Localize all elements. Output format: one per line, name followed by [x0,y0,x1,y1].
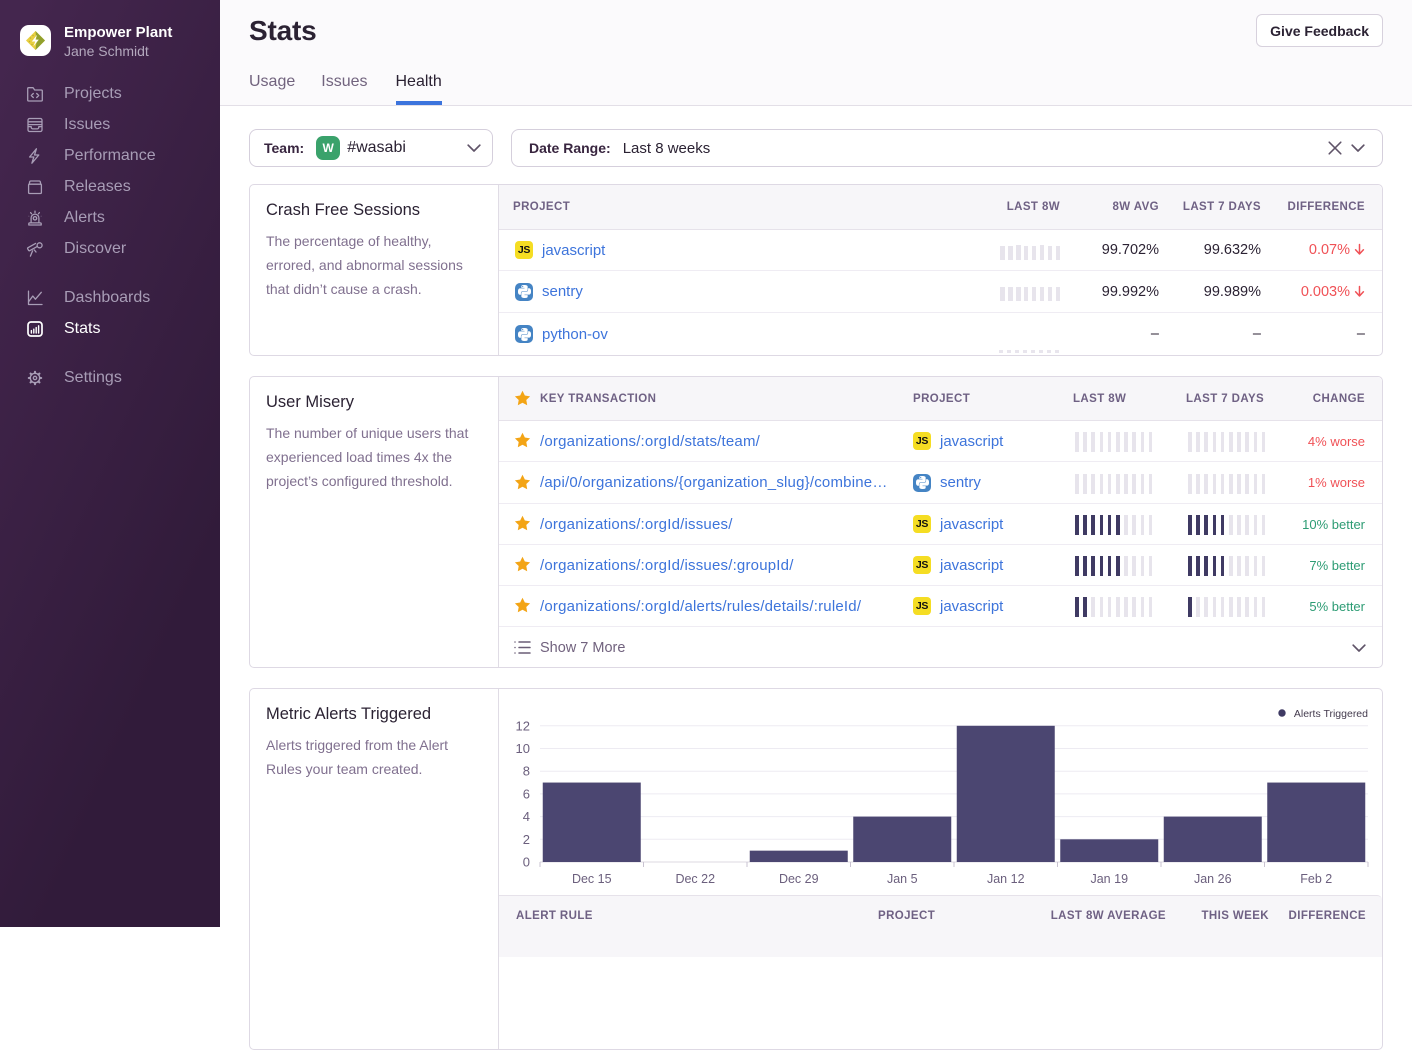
svg-text:Dec 15: Dec 15 [572,872,612,886]
svg-text:10: 10 [516,741,530,756]
svg-text:Alerts Triggered: Alerts Triggered [1294,708,1368,720]
svg-text:12: 12 [516,718,530,733]
svg-text:Jan 12: Jan 12 [987,872,1025,886]
svg-text:Jan 5: Jan 5 [887,872,918,886]
svg-text:4: 4 [523,809,530,824]
svg-text:Jan 19: Jan 19 [1090,872,1128,886]
svg-text:0: 0 [523,855,530,870]
svg-text:2: 2 [523,832,530,847]
svg-text:Jan 26: Jan 26 [1194,872,1232,886]
svg-text:Feb 2: Feb 2 [1300,872,1332,886]
svg-text:8: 8 [523,764,530,779]
svg-text:6: 6 [523,786,530,801]
svg-text:Dec 29: Dec 29 [779,872,819,886]
svg-text:Dec 22: Dec 22 [675,872,715,886]
